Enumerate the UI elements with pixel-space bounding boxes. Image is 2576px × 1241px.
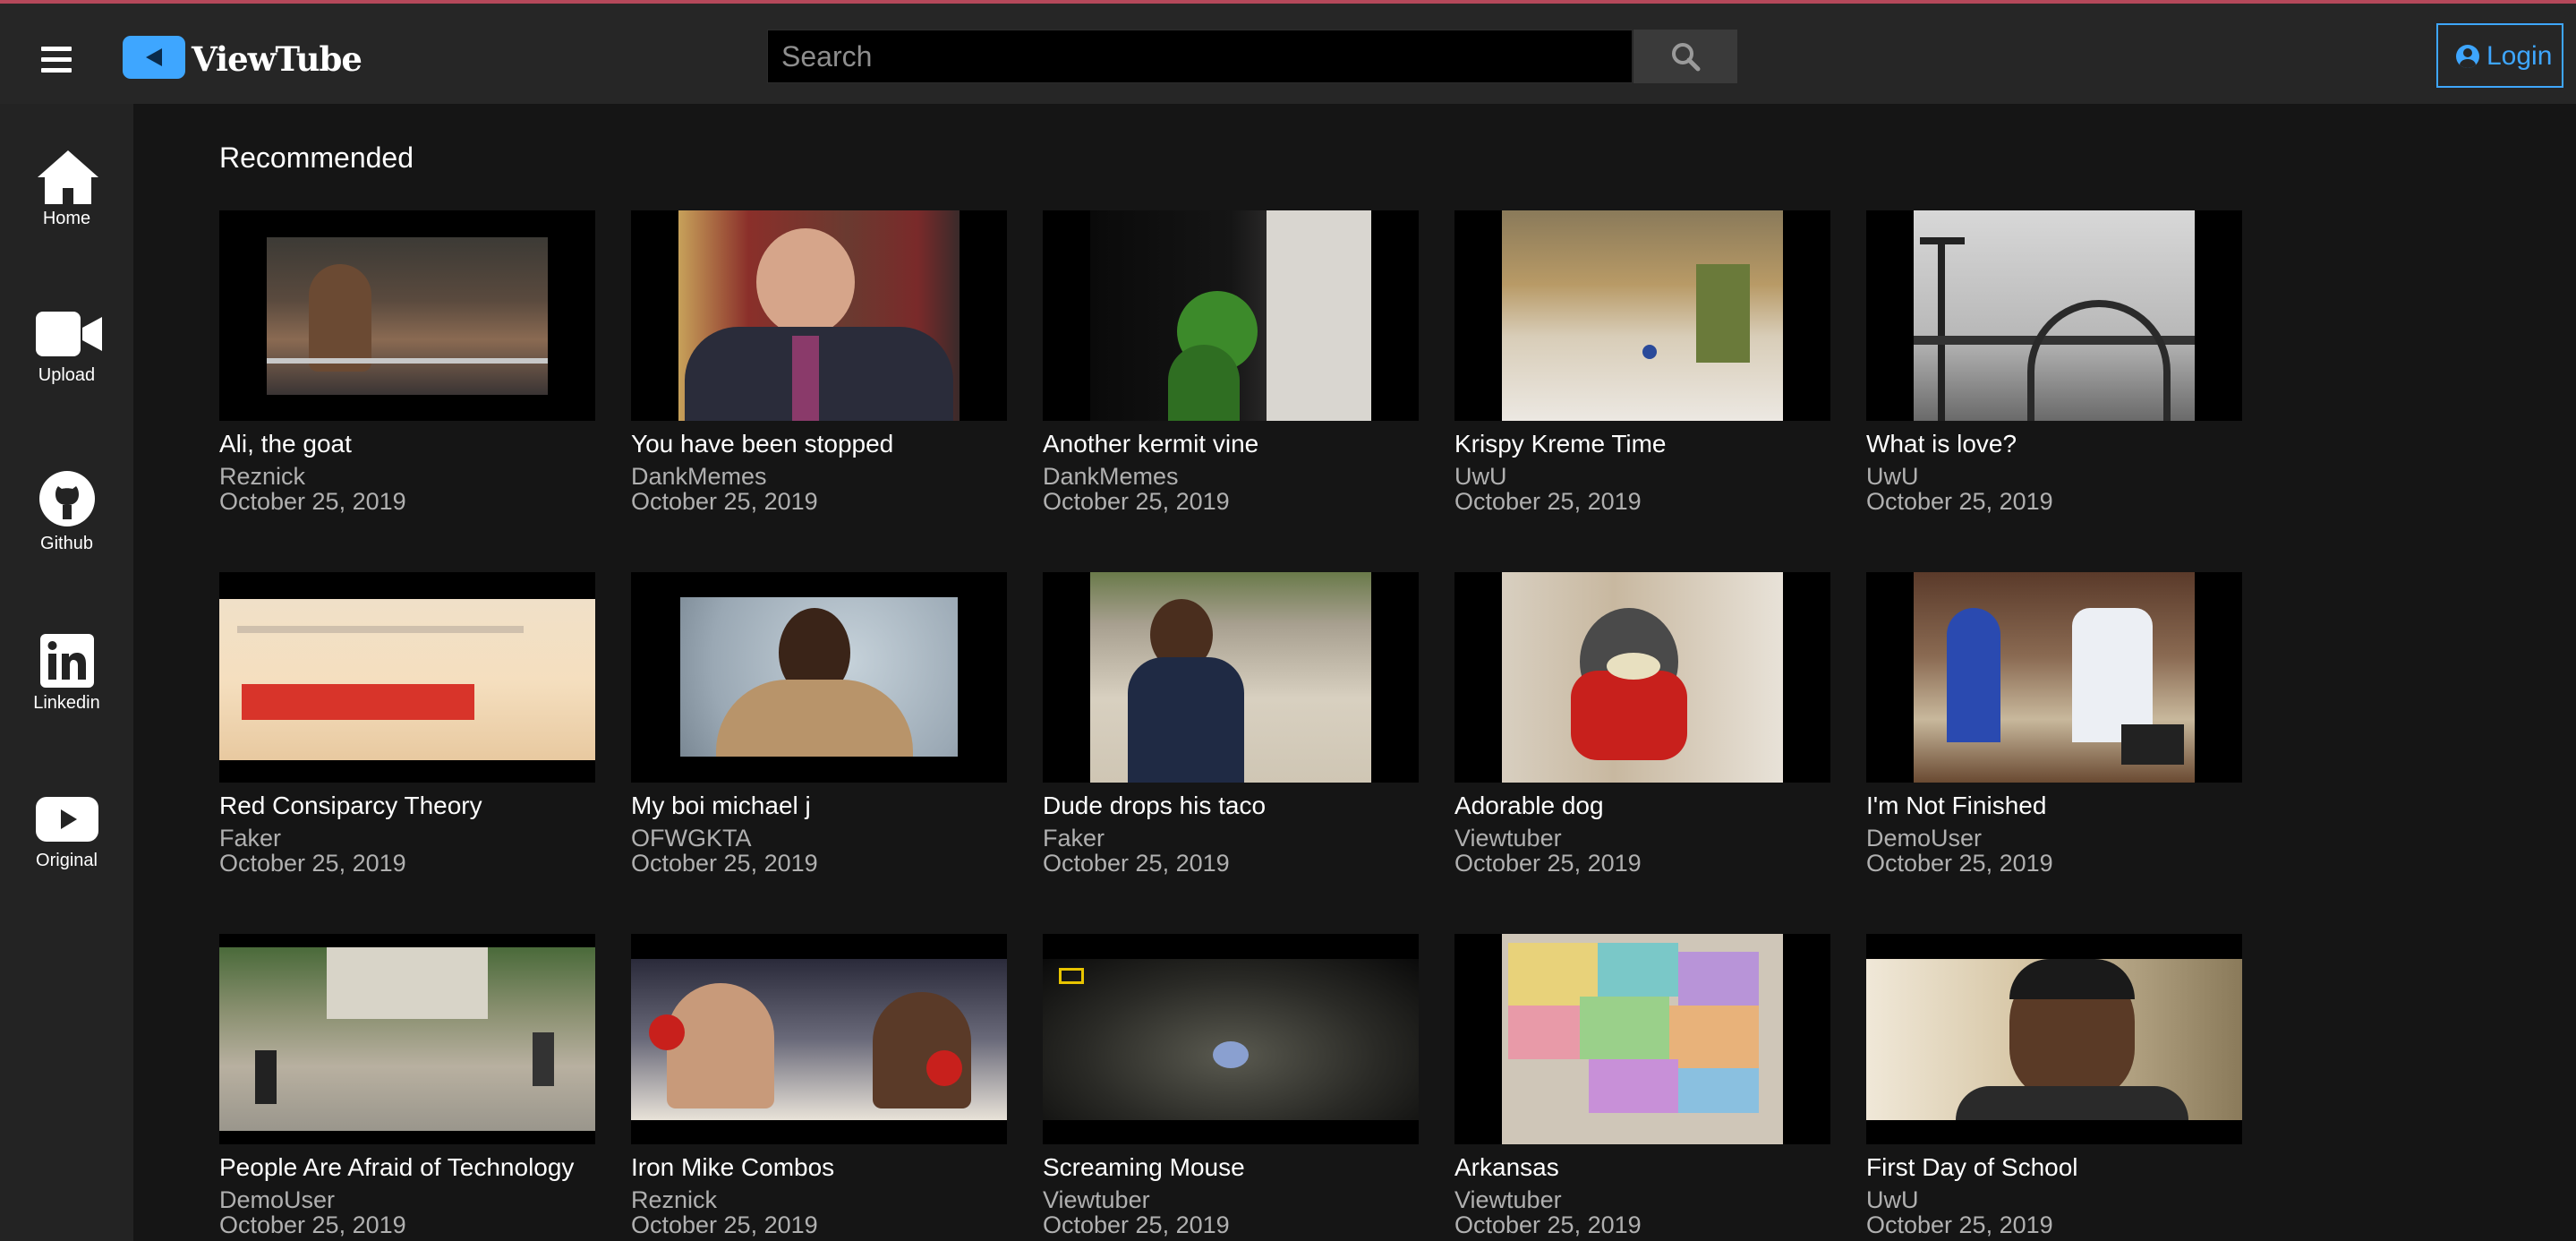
- video-thumbnail[interactable]: [219, 934, 595, 1144]
- video-channel[interactable]: UwU: [1454, 463, 1507, 491]
- video-title[interactable]: First Day of School: [1866, 1153, 2078, 1182]
- video-date: October 25, 2019: [219, 850, 406, 877]
- video-date: October 25, 2019: [219, 1211, 406, 1238]
- video-channel[interactable]: UwU: [1866, 463, 1919, 491]
- sidebar-item-label: Original: [36, 851, 98, 870]
- login-label: Login: [2486, 41, 2553, 71]
- video-date: October 25, 2019: [1866, 1211, 2053, 1238]
- video-title[interactable]: Iron Mike Combos: [631, 1153, 834, 1182]
- sidebar-item-label: Upload: [38, 365, 96, 385]
- video-channel[interactable]: DemoUser: [1866, 825, 1982, 852]
- sidebar-item-github[interactable]: Github: [0, 471, 133, 569]
- video-title[interactable]: Krispy Kreme Time: [1454, 430, 1667, 458]
- video-date: October 25, 2019: [1043, 1211, 1230, 1238]
- video-channel[interactable]: Reznick: [219, 463, 305, 491]
- video-channel[interactable]: DemoUser: [219, 1186, 335, 1214]
- video-thumbnail[interactable]: [631, 572, 1007, 783]
- video-thumbnail[interactable]: [1454, 210, 1830, 421]
- video-title[interactable]: I'm Not Finished: [1866, 792, 2046, 820]
- video-thumbnail[interactable]: [1866, 572, 2242, 783]
- youtube-icon: [36, 797, 98, 842]
- video-title[interactable]: People Are Afraid of Technology: [219, 1153, 574, 1182]
- sidebar: Home Upload Github Linkedin Original: [0, 104, 133, 1241]
- video-channel[interactable]: Faker: [219, 825, 281, 852]
- video-channel[interactable]: Viewtuber: [1454, 1186, 1562, 1214]
- sidebar-item-home[interactable]: Home: [0, 149, 133, 247]
- video-title[interactable]: My boi michael j: [631, 792, 811, 820]
- video-date: October 25, 2019: [631, 1211, 818, 1238]
- video-title[interactable]: You have been stopped: [631, 430, 893, 458]
- login-button[interactable]: Login: [2436, 23, 2563, 88]
- video-thumbnail[interactable]: [1866, 934, 2242, 1144]
- video-title[interactable]: What is love?: [1866, 430, 2017, 458]
- video-channel[interactable]: Viewtuber: [1043, 1186, 1150, 1214]
- sidebar-item-label: Home: [42, 209, 91, 228]
- video-date: October 25, 2019: [1454, 488, 1642, 515]
- sidebar-item-linkedin[interactable]: Linkedin: [0, 634, 133, 732]
- video-date: October 25, 2019: [1866, 488, 2053, 515]
- video-date: October 25, 2019: [1454, 1211, 1642, 1238]
- video-date: October 25, 2019: [631, 488, 818, 515]
- search-icon: [1672, 43, 1701, 72]
- menu-icon[interactable]: [41, 47, 72, 73]
- video-thumbnail[interactable]: [631, 934, 1007, 1144]
- video-channel[interactable]: UwU: [1866, 1186, 1919, 1214]
- video-date: October 25, 2019: [219, 488, 406, 515]
- section-title: Recommended: [219, 141, 414, 174]
- video-thumbnail[interactable]: [631, 210, 1007, 421]
- video-channel[interactable]: OFWGKTA: [631, 825, 752, 852]
- home-icon: [38, 150, 98, 204]
- video-channel[interactable]: DankMemes: [631, 463, 767, 491]
- video-date: October 25, 2019: [1043, 488, 1230, 515]
- user-circle-icon: [2456, 45, 2479, 68]
- sidebar-item-upload[interactable]: Upload: [0, 312, 133, 410]
- video-title[interactable]: Another kermit vine: [1043, 430, 1258, 458]
- linkedin-icon: [40, 634, 94, 688]
- video-thumbnail[interactable]: [219, 572, 595, 783]
- video-channel[interactable]: Faker: [1043, 825, 1105, 852]
- video-channel[interactable]: Reznick: [631, 1186, 717, 1214]
- video-date: October 25, 2019: [1454, 850, 1642, 877]
- video-title[interactable]: Ali, the goat: [219, 430, 352, 458]
- video-thumbnail[interactable]: [1043, 934, 1419, 1144]
- sidebar-item-label: Linkedin: [33, 693, 100, 713]
- video-camera-icon: [36, 312, 102, 356]
- video-thumbnail[interactable]: [1043, 210, 1419, 421]
- video-date: October 25, 2019: [1043, 850, 1230, 877]
- video-date: October 25, 2019: [1866, 850, 2053, 877]
- video-title[interactable]: Red Consiparcy Theory: [219, 792, 482, 820]
- video-thumbnail[interactable]: [1454, 934, 1830, 1144]
- logo-text[interactable]: ViewTube: [192, 39, 363, 79]
- video-thumbnail[interactable]: [219, 210, 595, 421]
- video-title[interactable]: Arkansas: [1454, 1153, 1559, 1182]
- video-title[interactable]: Adorable dog: [1454, 792, 1604, 820]
- logo-play-icon[interactable]: [123, 36, 185, 79]
- video-title[interactable]: Dude drops his taco: [1043, 792, 1266, 820]
- sidebar-item-label: Github: [40, 534, 93, 553]
- search-button[interactable]: [1633, 30, 1737, 83]
- header: ViewTube Login: [0, 4, 2576, 104]
- video-thumbnail[interactable]: [1866, 210, 2242, 421]
- video-channel[interactable]: Viewtuber: [1454, 825, 1562, 852]
- video-thumbnail[interactable]: [1043, 572, 1419, 783]
- video-channel[interactable]: DankMemes: [1043, 463, 1179, 491]
- video-date: October 25, 2019: [631, 850, 818, 877]
- search-input[interactable]: [767, 30, 1633, 83]
- sidebar-item-original[interactable]: Original: [0, 797, 133, 895]
- video-title[interactable]: Screaming Mouse: [1043, 1153, 1245, 1182]
- github-icon: [39, 471, 95, 526]
- video-thumbnail[interactable]: [1454, 572, 1830, 783]
